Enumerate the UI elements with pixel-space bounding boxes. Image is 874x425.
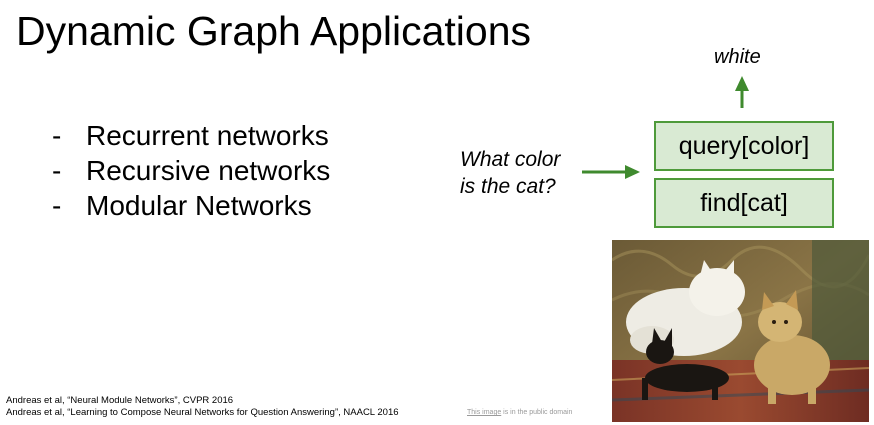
question-line: What color [460,148,561,171]
arrow-up-icon [735,76,749,108]
arrow-right-icon [582,165,640,179]
slide-title: Dynamic Graph Applications [16,8,532,54]
bullet-item: - Recurrent networks [52,118,330,153]
bullet-marker: - [52,120,62,151]
bullet-text: Modular Networks [86,190,312,221]
question-text: What color is the cat? [460,146,580,200]
question-line: is the cat? [460,175,556,198]
image-credit: This image is in the public domain [467,409,572,416]
image-credit-link[interactable]: This image [467,409,501,416]
reference-line: Andreas et al, “Neural Module Networks”,… [6,395,234,406]
bullet-text: Recursive networks [86,155,331,186]
bullet-text: Recurrent networks [86,120,329,151]
references: Andreas et al, “Neural Module Networks”,… [6,395,399,419]
cats-and-dog-painting [612,240,869,422]
bullet-item: - Recursive networks [52,153,330,188]
find-module-box: find[cat] [654,178,834,228]
bullet-item: - Modular Networks [52,188,330,223]
bullet-marker: - [52,155,62,186]
bullet-marker: - [52,190,62,221]
query-module-box: query[color] [654,121,834,171]
image-credit-text: is in the public domain [501,409,573,416]
bullet-list: - Recurrent networks - Recursive network… [52,118,330,223]
answer-text: white [714,46,761,68]
reference-line: Andreas et al, “Learning to Compose Neur… [6,407,399,418]
